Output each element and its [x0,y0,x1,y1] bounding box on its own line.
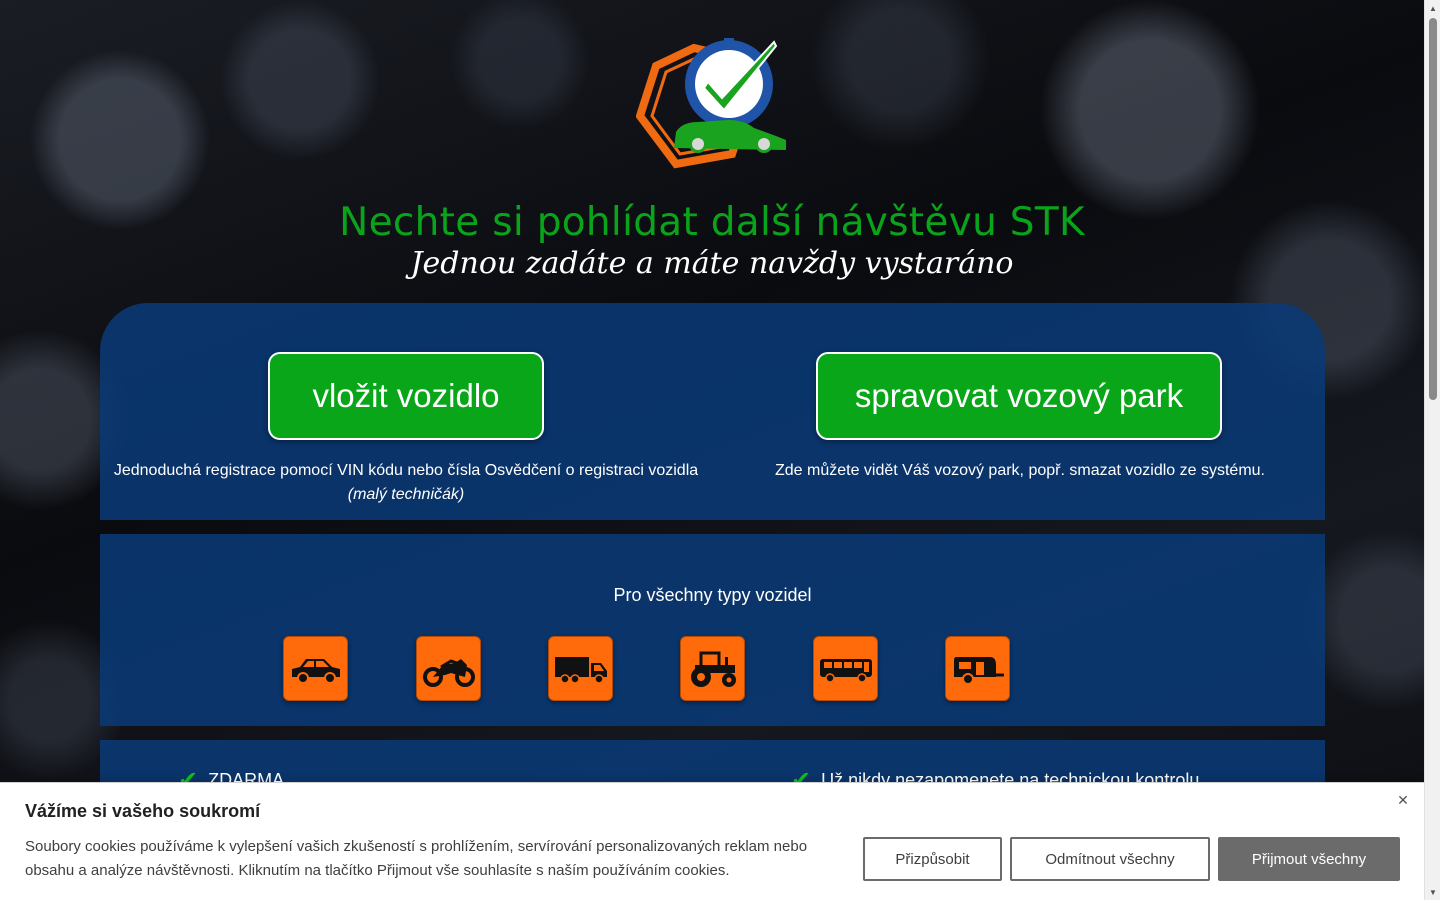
cookie-banner-title: Vážíme si vašeho soukromí [25,801,261,821]
stk-logo [636,38,786,169]
vehicle-type-bus[interactable] [813,636,878,701]
bus-icon [819,658,872,683]
add-vehicle-description-text: Jednoduchá registrace pomocí VIN kódu ne… [113,462,699,479]
vehicle-type-car[interactable] [283,636,348,701]
vehicle-type-motorcycle[interactable] [416,636,481,701]
vehicle-type-truck[interactable] [548,636,613,701]
page-scrollbar[interactable]: ▲ ▼ [1424,0,1440,900]
vehicle-types-title: Pro všechny typy vozidel [613,585,812,605]
caravan-icon [953,656,1004,685]
add-vehicle-description: Jednoduchá registrace pomocí VIN kódu ne… [106,459,706,507]
scrollbar-thumb[interactable] [1429,18,1437,400]
manage-fleet-description: Zde můžete vidět Váš vozový park, popř. … [775,462,1265,479]
car-icon [291,658,340,684]
cookie-consent-banner: Vážíme si vašeho soukromí ✕ Soubory cook… [0,782,1424,900]
manage-fleet-button[interactable]: spravovat vozový park [816,352,1222,440]
add-vehicle-description-note: (malý techničák) [347,486,465,503]
add-vehicle-button[interactable]: vložit vozidlo [268,352,544,440]
cookie-banner-text: Soubory cookies používáme k vylepšení va… [25,838,808,879]
scroll-up-arrow-icon[interactable]: ▲ [1425,0,1440,16]
customize-cookies-button[interactable]: Přizpůsobit [863,837,1002,881]
truck-icon [554,656,607,684]
vehicle-type-tractor[interactable] [680,636,745,701]
tractor-icon [690,651,736,687]
scroll-down-arrow-icon[interactable]: ▼ [1425,884,1440,900]
close-icon[interactable]: ✕ [1396,793,1410,807]
vehicle-type-caravan[interactable] [945,636,1010,701]
page-headline: Nechte si pohlídat další návštěvu STK [339,200,1085,245]
page-tagline: Jednou zadáte a máte navždy vystaráno [410,246,1014,281]
accept-all-cookies-button[interactable]: Přijmout všechny [1218,837,1400,881]
reject-all-cookies-button[interactable]: Odmítnout všechny [1010,837,1210,881]
motorcycle-icon [422,658,475,687]
